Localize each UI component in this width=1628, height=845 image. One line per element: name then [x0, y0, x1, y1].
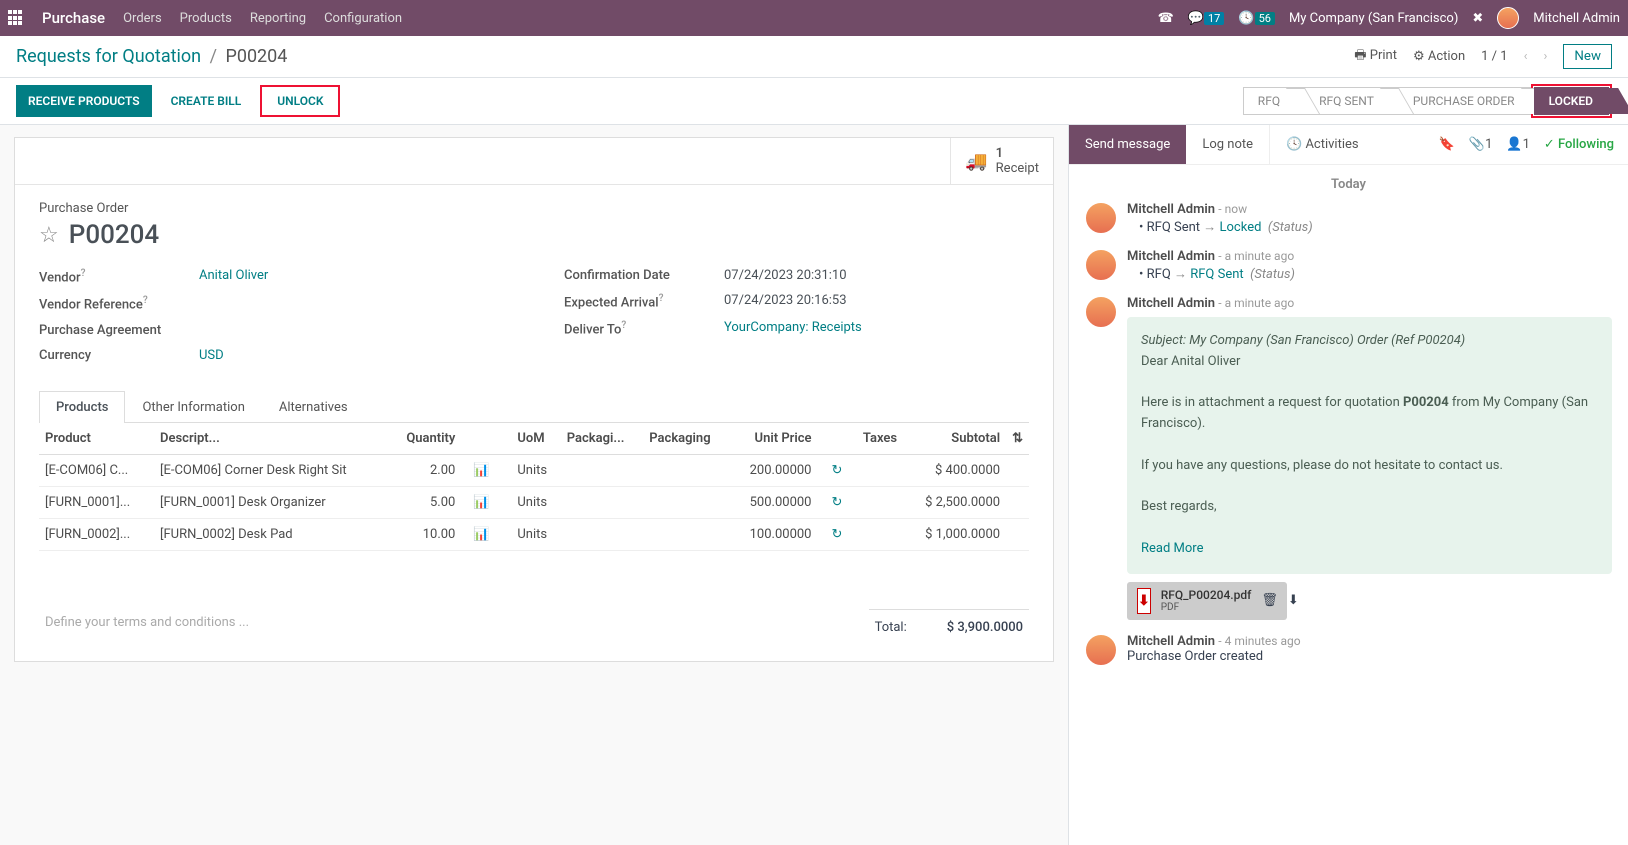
vendor-label: Vendor — [39, 270, 81, 285]
create-bill-button[interactable]: CREATE BILL — [158, 85, 255, 117]
activity-icon[interactable]: 🕓56 — [1238, 11, 1275, 26]
arrival-label: Expected Arrival — [564, 295, 659, 310]
today-separator: Today — [1085, 177, 1612, 192]
download-icon[interactable]: ⬇ — [1288, 593, 1299, 608]
print-button[interactable]: 🖶 Print — [1354, 46, 1397, 68]
user-name[interactable]: Mitchell Admin — [1533, 11, 1620, 26]
status-rfq[interactable]: RFQ — [1243, 87, 1296, 115]
forecast-icon[interactable]: 📊 — [473, 527, 489, 542]
phone-icon[interactable]: ☎ — [1158, 11, 1174, 26]
deliver-label: Deliver To — [564, 323, 621, 338]
attachment[interactable]: ⬇ RFQ_P00204.pdf PDF 🗑 ⬇ — [1127, 582, 1287, 620]
pager[interactable]: 1 / 1 — [1481, 49, 1507, 64]
avatar — [1085, 202, 1117, 234]
currency-value[interactable]: USD — [199, 348, 224, 363]
pager-next-icon[interactable]: › — [1544, 49, 1548, 64]
read-more-link[interactable]: Read More — [1141, 539, 1598, 560]
unlock-button[interactable]: UNLOCK — [272, 91, 328, 111]
bookmark-icon[interactable]: 🔖 — [1439, 137, 1455, 152]
menu-configuration[interactable]: Configuration — [324, 11, 402, 26]
table-row[interactable]: [E-COM06] C...[E-COM06] Corner Desk Righ… — [39, 454, 1029, 486]
form-sheet: 🚚 1 Receipt Purchase Order ☆ P00204 Vend… — [14, 137, 1054, 662]
refresh-icon[interactable]: ↻ — [832, 463, 843, 478]
columns-config-icon[interactable]: ⇅ — [1006, 423, 1029, 455]
message-email: Mitchell Admin - a minute ago Subject: M… — [1085, 296, 1612, 620]
user-avatar[interactable] — [1497, 7, 1519, 29]
new-button[interactable]: New — [1563, 44, 1612, 69]
activities-button[interactable]: 🕓 Activities — [1269, 125, 1375, 164]
status-bar: RFQ RFQ SENT PURCHASE ORDER LOCKED — [1243, 84, 1612, 118]
truck-icon: 🚚 — [965, 151, 987, 172]
action-button[interactable]: ⚙ Action — [1413, 49, 1465, 64]
order-lines-table: Product Descript... Quantity UoM Packagi… — [39, 423, 1029, 551]
trash-icon[interactable]: 🗑 — [1261, 593, 1278, 608]
refresh-icon[interactable]: ↻ — [832, 495, 843, 510]
refresh-icon[interactable]: ↻ — [832, 527, 843, 542]
arrival-value: 07/24/2023 20:16:53 — [724, 293, 847, 310]
breadcrumb-root[interactable]: Requests for Quotation — [16, 46, 201, 67]
avatar — [1085, 249, 1117, 281]
message-note: Mitchell Admin - 4 minutes ago Purchase … — [1085, 634, 1612, 666]
tools-icon[interactable]: ✖ — [1472, 11, 1483, 26]
send-message-button[interactable]: Send message — [1069, 125, 1186, 164]
apps-icon[interactable] — [8, 10, 24, 26]
button-bar: RECEIVE PRODUCTS CREATE BILL UNLOCK RFQ … — [0, 78, 1628, 125]
tab-alternatives[interactable]: Alternatives — [262, 391, 365, 423]
stat-receipt[interactable]: 🚚 1 Receipt — [950, 138, 1053, 184]
currency-label: Currency — [39, 348, 199, 363]
table-row[interactable]: [FURN_0001]...[FURN_0001] Desk Organizer… — [39, 486, 1029, 518]
total-label: Total: — [875, 620, 907, 635]
status-locked[interactable]: LOCKED — [1534, 87, 1609, 115]
table-row[interactable]: [FURN_0002]...[FURN_0002] Desk Pad10.00📊… — [39, 518, 1029, 550]
vendor-ref-label: Vendor Reference — [39, 298, 143, 313]
message-tracking-2: Mitchell Admin - a minute ago • RFQ → RF… — [1085, 249, 1612, 282]
menu-reporting[interactable]: Reporting — [250, 11, 306, 26]
top-menu-bar: Purchase Orders Products Reporting Confi… — [0, 0, 1628, 36]
breadcrumb-current: P00204 — [225, 46, 287, 67]
po-number: P00204 — [69, 220, 159, 250]
avatar — [1085, 634, 1117, 666]
log-note-button[interactable]: Log note — [1186, 125, 1269, 164]
chatter: Send message Log note 🕓 Activities 🔖 📎1 … — [1068, 125, 1628, 845]
forecast-icon[interactable]: 📊 — [473, 495, 489, 510]
tab-products[interactable]: Products — [39, 391, 125, 423]
followers-button[interactable]: 👤1 — [1506, 137, 1530, 152]
vendor-link[interactable]: Anital Oliver — [199, 268, 268, 285]
message-tracking-1: Mitchell Admin - now • RFQ Sent → Locked… — [1085, 202, 1612, 235]
confirm-date-value: 07/24/2023 20:31:10 — [724, 268, 847, 283]
confirm-date-label: Confirmation Date — [564, 268, 724, 283]
company-switcher[interactable]: My Company (San Francisco) — [1289, 11, 1458, 26]
terms-placeholder[interactable]: Define your terms and conditions ... — [39, 601, 255, 645]
agreement-label: Purchase Agreement — [39, 323, 199, 338]
star-icon[interactable]: ☆ — [39, 223, 59, 248]
pager-prev-icon[interactable]: ‹ — [1524, 49, 1528, 64]
tab-other-info[interactable]: Other Information — [125, 391, 261, 423]
control-panel: Requests for Quotation / P00204 🖶 Print … — [0, 36, 1628, 78]
menu-products[interactable]: Products — [180, 11, 232, 26]
po-label: Purchase Order — [39, 201, 1029, 216]
total-value: $ 3,900.0000 — [947, 620, 1023, 635]
avatar — [1085, 296, 1117, 328]
app-name[interactable]: Purchase — [42, 9, 105, 27]
receive-products-button[interactable]: RECEIVE PRODUCTS — [16, 85, 152, 117]
menu-orders[interactable]: Orders — [123, 11, 162, 26]
deliver-link[interactable]: YourCompany: Receipts — [724, 320, 862, 337]
messaging-icon[interactable]: 💬17 — [1188, 11, 1225, 26]
attachments-button[interactable]: 📎1 — [1469, 137, 1493, 152]
following-button[interactable]: ✓ Following — [1544, 137, 1614, 152]
forecast-icon[interactable]: 📊 — [473, 463, 489, 478]
pdf-icon: ⬇ — [1137, 588, 1151, 614]
